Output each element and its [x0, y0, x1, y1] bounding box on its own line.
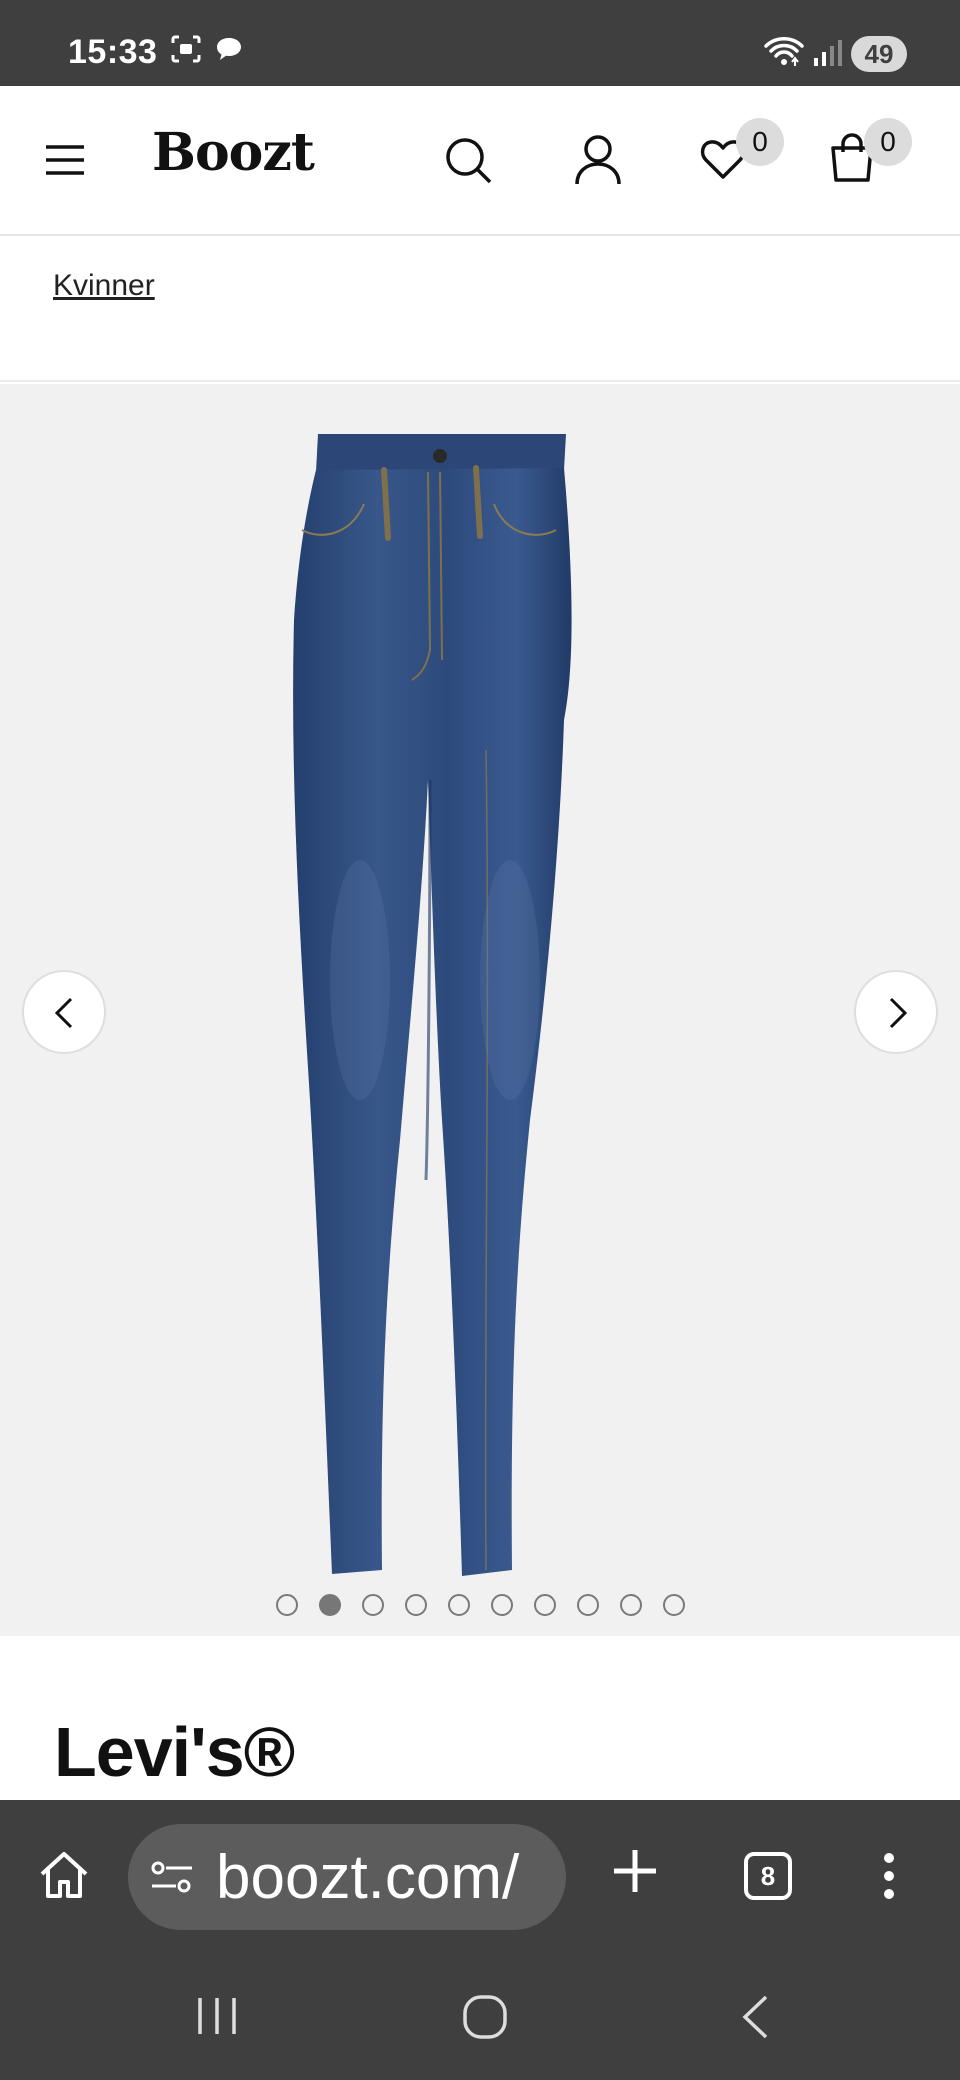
cart-count-badge: 0: [864, 118, 912, 166]
search-icon[interactable]: [444, 136, 494, 191]
gallery-dots: [0, 1594, 960, 1618]
tab-switcher-button[interactable]: 8: [744, 1852, 792, 1900]
signal-icon: [812, 38, 842, 73]
account-icon[interactable]: [574, 134, 622, 191]
menu-icon[interactable]: [44, 144, 86, 181]
chat-bubble-icon: [214, 34, 244, 69]
gallery-dot[interactable]: [275, 1594, 298, 1616]
battery-icon: 49: [851, 36, 907, 72]
gallery-dot[interactable]: [361, 1594, 384, 1616]
recents-icon[interactable]: [196, 1994, 238, 2043]
status-bar: 15:33 49: [0, 0, 960, 86]
gallery-next-button[interactable]: [854, 970, 938, 1054]
brand-logo[interactable]: Boozt: [152, 122, 315, 183]
more-options-icon[interactable]: [882, 1852, 896, 1905]
new-tab-icon[interactable]: [612, 1848, 658, 1899]
system-nav-bar: [0, 1956, 960, 2080]
browser-toolbar: boozt.com/ 8: [0, 1800, 960, 1956]
gallery-dot[interactable]: [662, 1594, 685, 1616]
site-header: Boozt 0 0: [0, 86, 960, 236]
gallery-dot[interactable]: [404, 1594, 427, 1616]
back-icon[interactable]: [740, 1994, 770, 2045]
gallery-dot[interactable]: [490, 1594, 513, 1616]
home-circle-icon[interactable]: [462, 1994, 508, 2045]
jeans-product-image: [280, 420, 680, 1605]
breadcrumb: Kvinner: [0, 238, 960, 382]
gallery-dot[interactable]: [533, 1594, 556, 1616]
product-brand[interactable]: Levi's®: [54, 1712, 295, 1792]
site-settings-icon[interactable]: [150, 1860, 194, 1899]
address-bar[interactable]: boozt.com/: [128, 1824, 566, 1930]
gallery-prev-button[interactable]: [22, 970, 106, 1054]
wishlist-count-badge: 0: [736, 118, 784, 166]
product-gallery[interactable]: [0, 384, 960, 1636]
wifi-icon: [764, 36, 804, 73]
gallery-dot[interactable]: [576, 1594, 599, 1616]
status-time: 15:33: [68, 33, 158, 71]
screenshot-icon: [170, 34, 202, 69]
gallery-dot[interactable]: [447, 1594, 470, 1616]
gallery-dot[interactable]: [318, 1594, 341, 1616]
product-info: Levi's®: [0, 1636, 960, 1800]
breadcrumb-link-kvinner[interactable]: Kvinner: [53, 269, 155, 303]
home-icon[interactable]: [38, 1850, 90, 1905]
url-text[interactable]: boozt.com/: [216, 1842, 556, 1913]
gallery-dot[interactable]: [619, 1594, 642, 1616]
